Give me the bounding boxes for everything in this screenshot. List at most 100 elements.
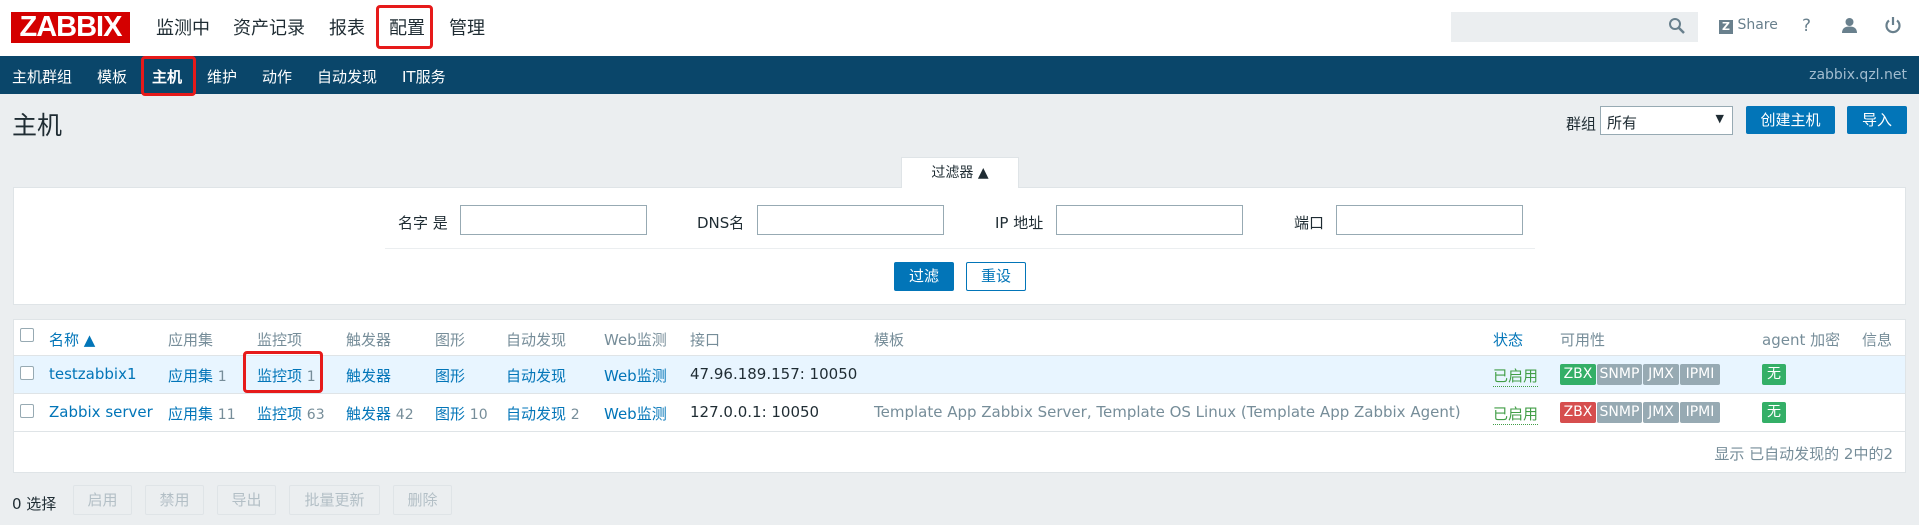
create-host-button[interactable]: 创建主机 bbox=[1746, 106, 1835, 134]
template-link[interactable]: Template App Zabbix Server bbox=[874, 403, 1087, 421]
nav-actions[interactable]: 动作 bbox=[262, 66, 292, 87]
interface-cell: 127.0.0.1: 10050 bbox=[690, 403, 820, 421]
template-link[interactable]: Template OS Linux bbox=[1096, 403, 1236, 421]
web-link[interactable]: Web监测 bbox=[604, 403, 667, 424]
col-triggers: 触发器 bbox=[346, 331, 392, 349]
filter-divider bbox=[385, 248, 1535, 249]
row-checkbox[interactable] bbox=[20, 404, 34, 418]
page-title: 主机 bbox=[12, 111, 63, 140]
menu-reports[interactable]: 报表 bbox=[329, 14, 365, 40]
filter-name-label: 名字 是 bbox=[398, 214, 448, 232]
host-name-link[interactable]: testzabbix1 bbox=[49, 365, 137, 383]
filter-apply-button[interactable]: 过滤 bbox=[894, 262, 954, 291]
encryption-badge: 无 bbox=[1762, 364, 1786, 385]
highlight-box-configuration bbox=[376, 5, 433, 49]
menu-monitoring[interactable]: 监测中 bbox=[156, 14, 210, 40]
col-availability: 可用性 bbox=[1560, 331, 1606, 349]
graphs-link[interactable]: 图形 bbox=[435, 405, 465, 423]
import-button[interactable]: 导入 bbox=[1847, 106, 1907, 134]
discovery-cell: 自动发现 2 bbox=[506, 403, 580, 424]
group-select-value: 所有 bbox=[1607, 114, 1638, 132]
menu-inventory[interactable]: 资产记录 bbox=[233, 14, 305, 40]
row-divider bbox=[14, 393, 1905, 394]
nav-it-services[interactable]: IT服务 bbox=[402, 66, 446, 87]
col-web: Web监测 bbox=[604, 331, 667, 349]
help-icon[interactable]: ? bbox=[1802, 16, 1811, 36]
encryption-badge: 无 bbox=[1762, 402, 1786, 423]
disable-button[interactable]: 禁用 bbox=[145, 485, 204, 515]
nav-discovery[interactable]: 自动发现 bbox=[317, 66, 377, 87]
server-name: zabbix.qzl.net bbox=[1809, 67, 1907, 83]
triggers-link[interactable]: 触发器 bbox=[346, 365, 391, 386]
user-profile-icon[interactable] bbox=[1841, 17, 1858, 34]
col-info: 信息 bbox=[1862, 331, 1893, 349]
applications-count: 11 bbox=[217, 407, 236, 423]
dropdown-arrow-icon: ▼ bbox=[1715, 112, 1724, 125]
highlight-box-items bbox=[243, 351, 323, 393]
menu-administration[interactable]: 管理 bbox=[449, 14, 485, 40]
web-link[interactable]: Web监测 bbox=[604, 365, 667, 386]
search-input[interactable] bbox=[1451, 12, 1698, 42]
graphs-count: 10 bbox=[469, 407, 488, 423]
row-checkbox[interactable] bbox=[20, 366, 34, 380]
select-all-checkbox[interactable] bbox=[20, 328, 34, 342]
export-button[interactable]: 导出 bbox=[217, 485, 276, 515]
zabbix-logo[interactable]: ZABBIX bbox=[11, 12, 130, 43]
col-interface: 接口 bbox=[690, 331, 721, 349]
table-footer-count: 显示 已自动发现的 2中的2 bbox=[1714, 445, 1893, 463]
share-label: Share bbox=[1737, 17, 1778, 33]
group-select[interactable]: 所有 ▼ bbox=[1600, 106, 1733, 135]
filter-dns-input[interactable] bbox=[757, 205, 944, 235]
row-divider bbox=[14, 431, 1905, 432]
applications-link[interactable]: 应用集 bbox=[168, 367, 213, 385]
filter-reset-button[interactable]: 重设 bbox=[966, 262, 1026, 291]
nav-maintenance[interactable]: 维护 bbox=[207, 66, 237, 87]
filter-dns-label: DNS名 bbox=[697, 214, 745, 232]
jmx-badge: JMX bbox=[1643, 402, 1679, 423]
col-items: 监控项 bbox=[257, 331, 303, 349]
sub-navigation: 主机群组 模板 主机 维护 动作 自动发现 IT服务 zabbix.qzl.ne… bbox=[0, 56, 1919, 94]
template-link[interactable]: Template App Zabbix Agent bbox=[1247, 403, 1455, 421]
sign-out-icon[interactable] bbox=[1884, 16, 1902, 34]
share-link[interactable]: Z Share bbox=[1719, 17, 1778, 34]
mass-update-button[interactable]: 批量更新 bbox=[289, 485, 380, 515]
discovery-link[interactable]: 自动发现 bbox=[506, 405, 566, 423]
graphs-link[interactable]: 图形 bbox=[435, 365, 465, 386]
nav-host-groups[interactable]: 主机群组 bbox=[12, 66, 72, 87]
filter-name-input[interactable] bbox=[460, 205, 647, 235]
applications-link[interactable]: 应用集 bbox=[168, 405, 213, 423]
snmp-badge: SNMP bbox=[1597, 402, 1642, 423]
enable-button[interactable]: 启用 bbox=[73, 485, 132, 515]
col-agent-encryption: agent 加密 bbox=[1762, 331, 1841, 349]
interface-cell: 47.96.189.157: 10050 bbox=[690, 365, 858, 383]
col-discovery: 自动发现 bbox=[506, 331, 567, 349]
filter-tab[interactable]: 过滤器 ▲ bbox=[901, 157, 1019, 188]
zbx-badge: ZBX bbox=[1560, 402, 1596, 423]
col-status[interactable]: 状态 bbox=[1493, 329, 1523, 350]
col-name[interactable]: 名称 ▲ bbox=[49, 329, 95, 350]
snmp-badge: SNMP bbox=[1597, 364, 1642, 385]
delete-button[interactable]: 删除 bbox=[393, 485, 452, 515]
nav-templates[interactable]: 模板 bbox=[97, 66, 127, 87]
discovery-link[interactable]: 自动发现 bbox=[506, 365, 566, 386]
items-link[interactable]: 监控项 bbox=[257, 405, 302, 423]
selected-count: 0 选择 bbox=[12, 495, 57, 513]
filter-port-input[interactable] bbox=[1336, 205, 1523, 235]
zbx-badge: ZBX bbox=[1560, 364, 1596, 385]
col-applications: 应用集 bbox=[168, 331, 214, 349]
search-icon[interactable] bbox=[1668, 17, 1686, 35]
filter-panel bbox=[13, 187, 1906, 305]
ipmi-badge: IPMI bbox=[1680, 402, 1720, 423]
status-toggle[interactable]: 已启用 bbox=[1493, 403, 1539, 425]
items-count: 63 bbox=[306, 407, 325, 423]
jmx-badge: JMX bbox=[1643, 364, 1679, 385]
col-templates: 模板 bbox=[874, 331, 905, 349]
filter-ip-label: IP 地址 bbox=[995, 214, 1044, 232]
top-bar: ZABBIX 监测中 资产记录 报表 配置 管理 Z Share ? bbox=[0, 0, 1919, 56]
status-toggle[interactable]: 已启用 bbox=[1493, 365, 1539, 387]
share-icon: Z bbox=[1719, 20, 1733, 34]
applications-cell: 应用集 1 bbox=[168, 365, 227, 386]
host-name-link[interactable]: Zabbix server bbox=[49, 403, 153, 421]
triggers-link[interactable]: 触发器 bbox=[346, 405, 391, 423]
filter-ip-input[interactable] bbox=[1056, 205, 1243, 235]
